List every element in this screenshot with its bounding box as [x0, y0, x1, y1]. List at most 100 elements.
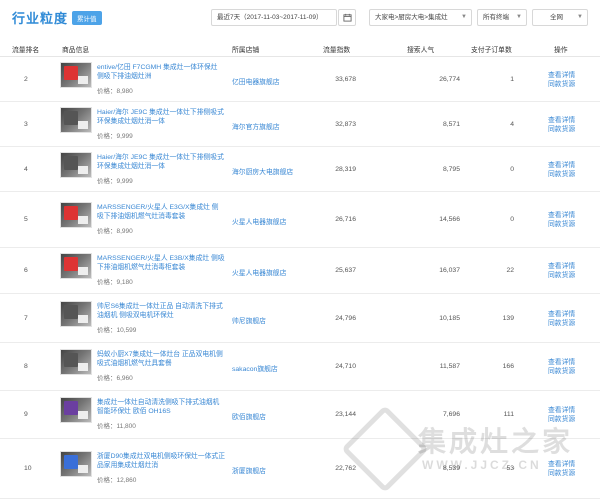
paid-orders-value: 1 — [510, 76, 514, 83]
product-thumbnail[interactable] — [60, 151, 92, 178]
view-details-link[interactable]: 查看详情 — [548, 262, 575, 271]
product-name-link[interactable]: MARSSENGER/火星人 E3B/X集成灶 侧吸下排油烟机燃气灶消毒柜套装 — [97, 254, 225, 272]
product-name-link[interactable]: Haier/海尔 JE9C 集成灶一体灶下排侧吸式环保集成灶烟灶消一体 — [97, 108, 225, 126]
paid-orders-value: 0 — [510, 165, 514, 173]
rank-value: 4 — [24, 165, 28, 173]
table-row: 7 帅尼S6集成灶一体灶正品 自动清洗下排式油烟机 侧吸双电机环保灶 价格：10,5… — [0, 294, 600, 343]
terminal-select[interactable]: 所有终端 ▼ — [477, 9, 527, 26]
product-name-link[interactable]: MARSSENGER/火星人 E3G/X集成灶 侧吸下排油烟机燃气灶消毒套装 — [97, 203, 225, 221]
product-name-link[interactable]: 浙厦D90集成灶双电机侧吸环保灶一体式正品家用集成灶烟灶消 — [97, 452, 225, 470]
product-name-link[interactable]: 帅尼S6集成灶一体灶正品 自动清洗下排式油烟机 侧吸双电机环保灶 — [97, 302, 225, 320]
product-thumbnail[interactable] — [60, 397, 92, 423]
view-details-link[interactable]: 查看详情 — [548, 71, 575, 80]
category-label: 大家电>厨房大电>集成灶 — [375, 14, 448, 21]
flow-index-value: 25,637 — [335, 267, 356, 274]
table-row: 4 Haier/海尔 JE9C 集成灶一体灶下排侧吸式环保集成灶烟灶消一体 价格：9… — [0, 147, 600, 192]
product-price: 价格：9,999 — [97, 132, 133, 140]
product-thumbnail[interactable] — [60, 62, 92, 88]
product-price: 价格：8,980 — [97, 88, 133, 95]
view-details-link[interactable]: 查看详情 — [548, 358, 575, 367]
date-range-select[interactable]: 最近7天（2017-11-03~2017-11-09） — [211, 9, 337, 26]
same-source-link[interactable]: 同款货源 — [548, 220, 575, 229]
same-source-link[interactable]: 同款货源 — [548, 125, 575, 134]
product-thumbnail[interactable] — [60, 106, 92, 133]
same-source-link[interactable]: 同款货源 — [548, 415, 575, 424]
rank-value: 9 — [24, 411, 28, 418]
product-name-link[interactable]: entive/亿田 F7CGMH 集成灶一体环保灶 侧吸下排油烟灶洲 — [97, 63, 225, 81]
view-details-link[interactable]: 查看详情 — [548, 460, 575, 469]
flow-index-value: 26,716 — [335, 216, 356, 223]
paid-orders-value: 111 — [503, 411, 514, 418]
shop-link[interactable]: 欧佰旗舰店 — [232, 411, 266, 421]
flow-index-value: 28,319 — [335, 165, 356, 173]
product-name-link[interactable]: 蚂蚁小厨X7集成灶一体灶台 正品双电机侧吸式油烟机燃气灶具套餐 — [97, 350, 225, 368]
paid-orders-value: 139 — [502, 314, 514, 322]
col-actions: 操作 — [554, 47, 568, 54]
shop-link[interactable]: 浙厦旗舰店 — [232, 465, 266, 475]
same-source-link[interactable]: 同款货源 — [548, 80, 575, 89]
search-popularity-value: 14,566 — [439, 216, 460, 223]
product-price: 价格：12,860 — [97, 477, 137, 484]
shop-link[interactable]: 海尔厨房大电旗舰店 — [232, 166, 293, 176]
col-search-popularity[interactable]: 搜索人气 — [407, 44, 434, 54]
search-popularity-value: 10,185 — [439, 314, 460, 322]
col-rank[interactable]: 流量排名 — [12, 44, 39, 54]
shop-link[interactable]: 帅尼旗舰店 — [232, 315, 266, 325]
search-popularity-value: 11,587 — [439, 363, 460, 370]
rank-value: 2 — [24, 76, 28, 83]
search-popularity-value: 16,037 — [439, 267, 460, 274]
page-header: 行业粒度 累计值 最近7天（2017-11-03~2017-11-09） 大家电… — [0, 0, 600, 38]
shop-link[interactable]: 火星人电器旗舰店 — [232, 267, 286, 277]
shop-link[interactable]: sakacon旗舰店 — [232, 363, 278, 373]
product-price: 价格：9,180 — [97, 279, 133, 286]
col-paid-orders[interactable]: 支付子订单数 — [471, 44, 512, 54]
same-source-link[interactable]: 同款货源 — [548, 271, 575, 280]
table-row: 9 集成灶一体灶自动清洗侧吸下排式油烟机 智能环保灶 欧佰 OH16S 价格：11,… — [0, 391, 600, 439]
chevron-down-icon: ▼ — [516, 14, 522, 20]
view-details-link[interactable]: 查看详情 — [548, 310, 575, 319]
col-flow-index[interactable]: 流量指数 — [323, 44, 350, 54]
view-details-link[interactable]: 查看详情 — [548, 116, 575, 125]
network-label: 全网 — [550, 14, 563, 21]
view-details-link[interactable]: 查看详情 — [548, 406, 575, 415]
rank-value: 5 — [24, 216, 28, 223]
product-thumbnail[interactable] — [60, 202, 92, 228]
product-price: 价格：6,960 — [97, 375, 133, 382]
rank-value: 10 — [24, 465, 32, 472]
category-select[interactable]: 大家电>厨房大电>集成灶 ▼ — [369, 9, 472, 26]
calendar-icon — [342, 13, 352, 22]
table-row: 5 MARSSENGER/火星人 E3G/X集成灶 侧吸下排油烟机燃气灶消毒套装价… — [0, 192, 600, 248]
table-row: 8 蚂蚁小厨X7集成灶一体灶台 正品双电机侧吸式油烟机燃气灶具套餐价格：6,960… — [0, 343, 600, 391]
shop-link[interactable]: 火星人电器旗舰店 — [232, 216, 286, 226]
flow-index-value: 23,144 — [335, 411, 356, 418]
page-title: 行业粒度 — [12, 11, 69, 26]
shop-link[interactable]: 亿田电器旗舰店 — [232, 76, 280, 86]
flow-index-value: 33,678 — [335, 76, 356, 83]
rank-value: 8 — [24, 363, 28, 370]
product-thumbnail[interactable] — [60, 253, 92, 279]
same-source-link[interactable]: 同款货源 — [548, 319, 575, 328]
product-thumbnail[interactable] — [60, 300, 92, 327]
paid-orders-value: 166 — [502, 363, 514, 370]
calendar-button[interactable] — [338, 9, 356, 26]
same-source-link[interactable]: 同款货源 — [548, 367, 575, 376]
rank-value: 7 — [24, 314, 28, 322]
product-name-link[interactable]: 集成灶一体灶自动清洗侧吸下排式油烟机 智能环保灶 欧佰 OH16S — [97, 398, 225, 416]
paid-orders-value: 22 — [506, 267, 514, 274]
same-source-link[interactable]: 同款货源 — [548, 170, 575, 179]
view-details-link[interactable]: 查看详情 — [548, 211, 575, 220]
view-details-link[interactable]: 查看详情 — [548, 161, 575, 170]
network-select[interactable]: 全网 ▼ — [532, 9, 588, 26]
same-source-link[interactable]: 同款货源 — [548, 469, 575, 478]
table-row: 6 MARSSENGER/火星人 E3B/X集成灶 侧吸下排油烟机燃气灶消毒柜套装… — [0, 248, 600, 294]
product-thumbnail[interactable] — [60, 451, 92, 477]
product-thumbnail[interactable] — [60, 349, 92, 375]
cumulative-badge[interactable]: 累计值 — [72, 11, 102, 25]
date-range-label: 最近7天（2017-11-03~2017-11-09） — [217, 14, 323, 21]
flow-index-value: 24,710 — [335, 363, 356, 370]
terminal-label: 所有终端 — [483, 14, 509, 21]
shop-link[interactable]: 海尔官方旗舰店 — [232, 121, 280, 131]
search-popularity-value: 8,539 — [442, 465, 460, 472]
col-product: 商品信息 — [62, 47, 90, 54]
product-name-link[interactable]: Haier/海尔 JE9C 集成灶一体灶下排侧吸式环保集成灶烟灶消一体 — [97, 153, 225, 171]
